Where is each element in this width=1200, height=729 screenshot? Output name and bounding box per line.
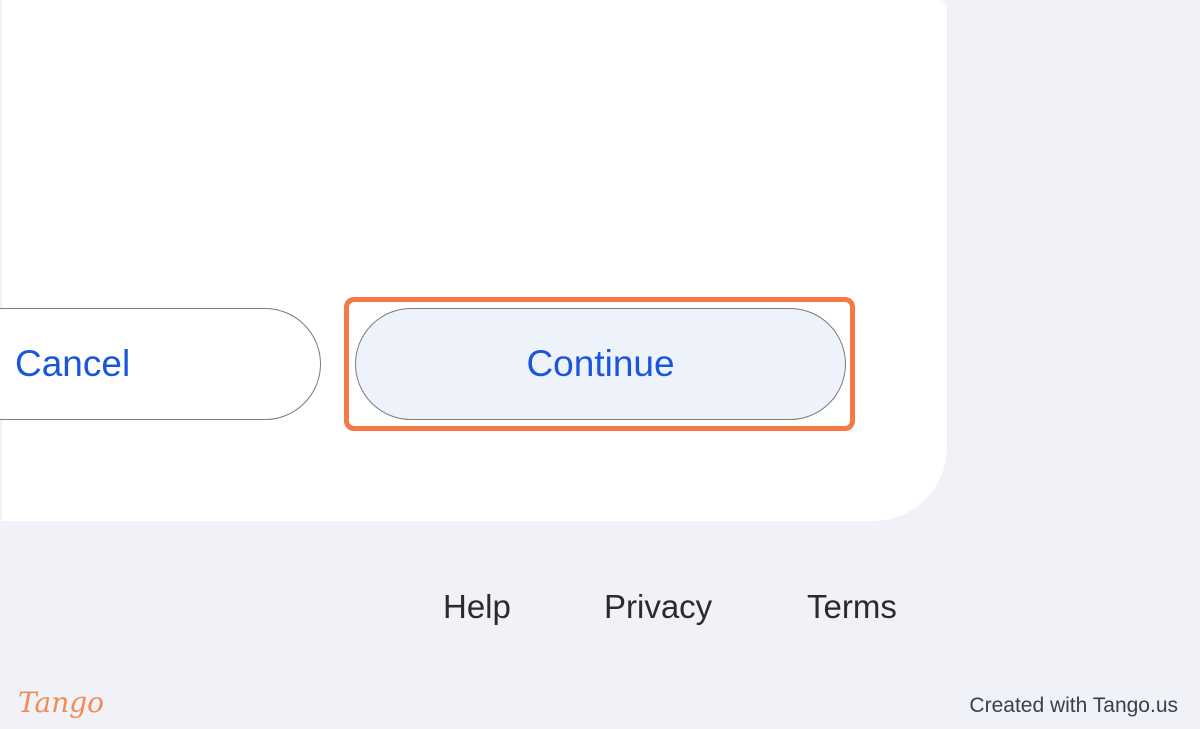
footer-links: Help Privacy Terms bbox=[0, 588, 1200, 632]
continue-button-label: Continue bbox=[526, 343, 675, 384]
dialog-card bbox=[2, 0, 947, 521]
footer-link-terms[interactable]: Terms bbox=[807, 588, 897, 626]
continue-button[interactable]: Continue bbox=[355, 308, 846, 420]
tango-logo: Tango bbox=[18, 686, 105, 719]
cancel-button-label: Cancel bbox=[15, 343, 131, 384]
footer-link-help[interactable]: Help bbox=[443, 588, 511, 626]
footer-link-privacy[interactable]: Privacy bbox=[604, 588, 712, 626]
tango-credit: Created with Tango.us bbox=[969, 694, 1178, 717]
cancel-button[interactable]: Cancel bbox=[0, 308, 321, 420]
